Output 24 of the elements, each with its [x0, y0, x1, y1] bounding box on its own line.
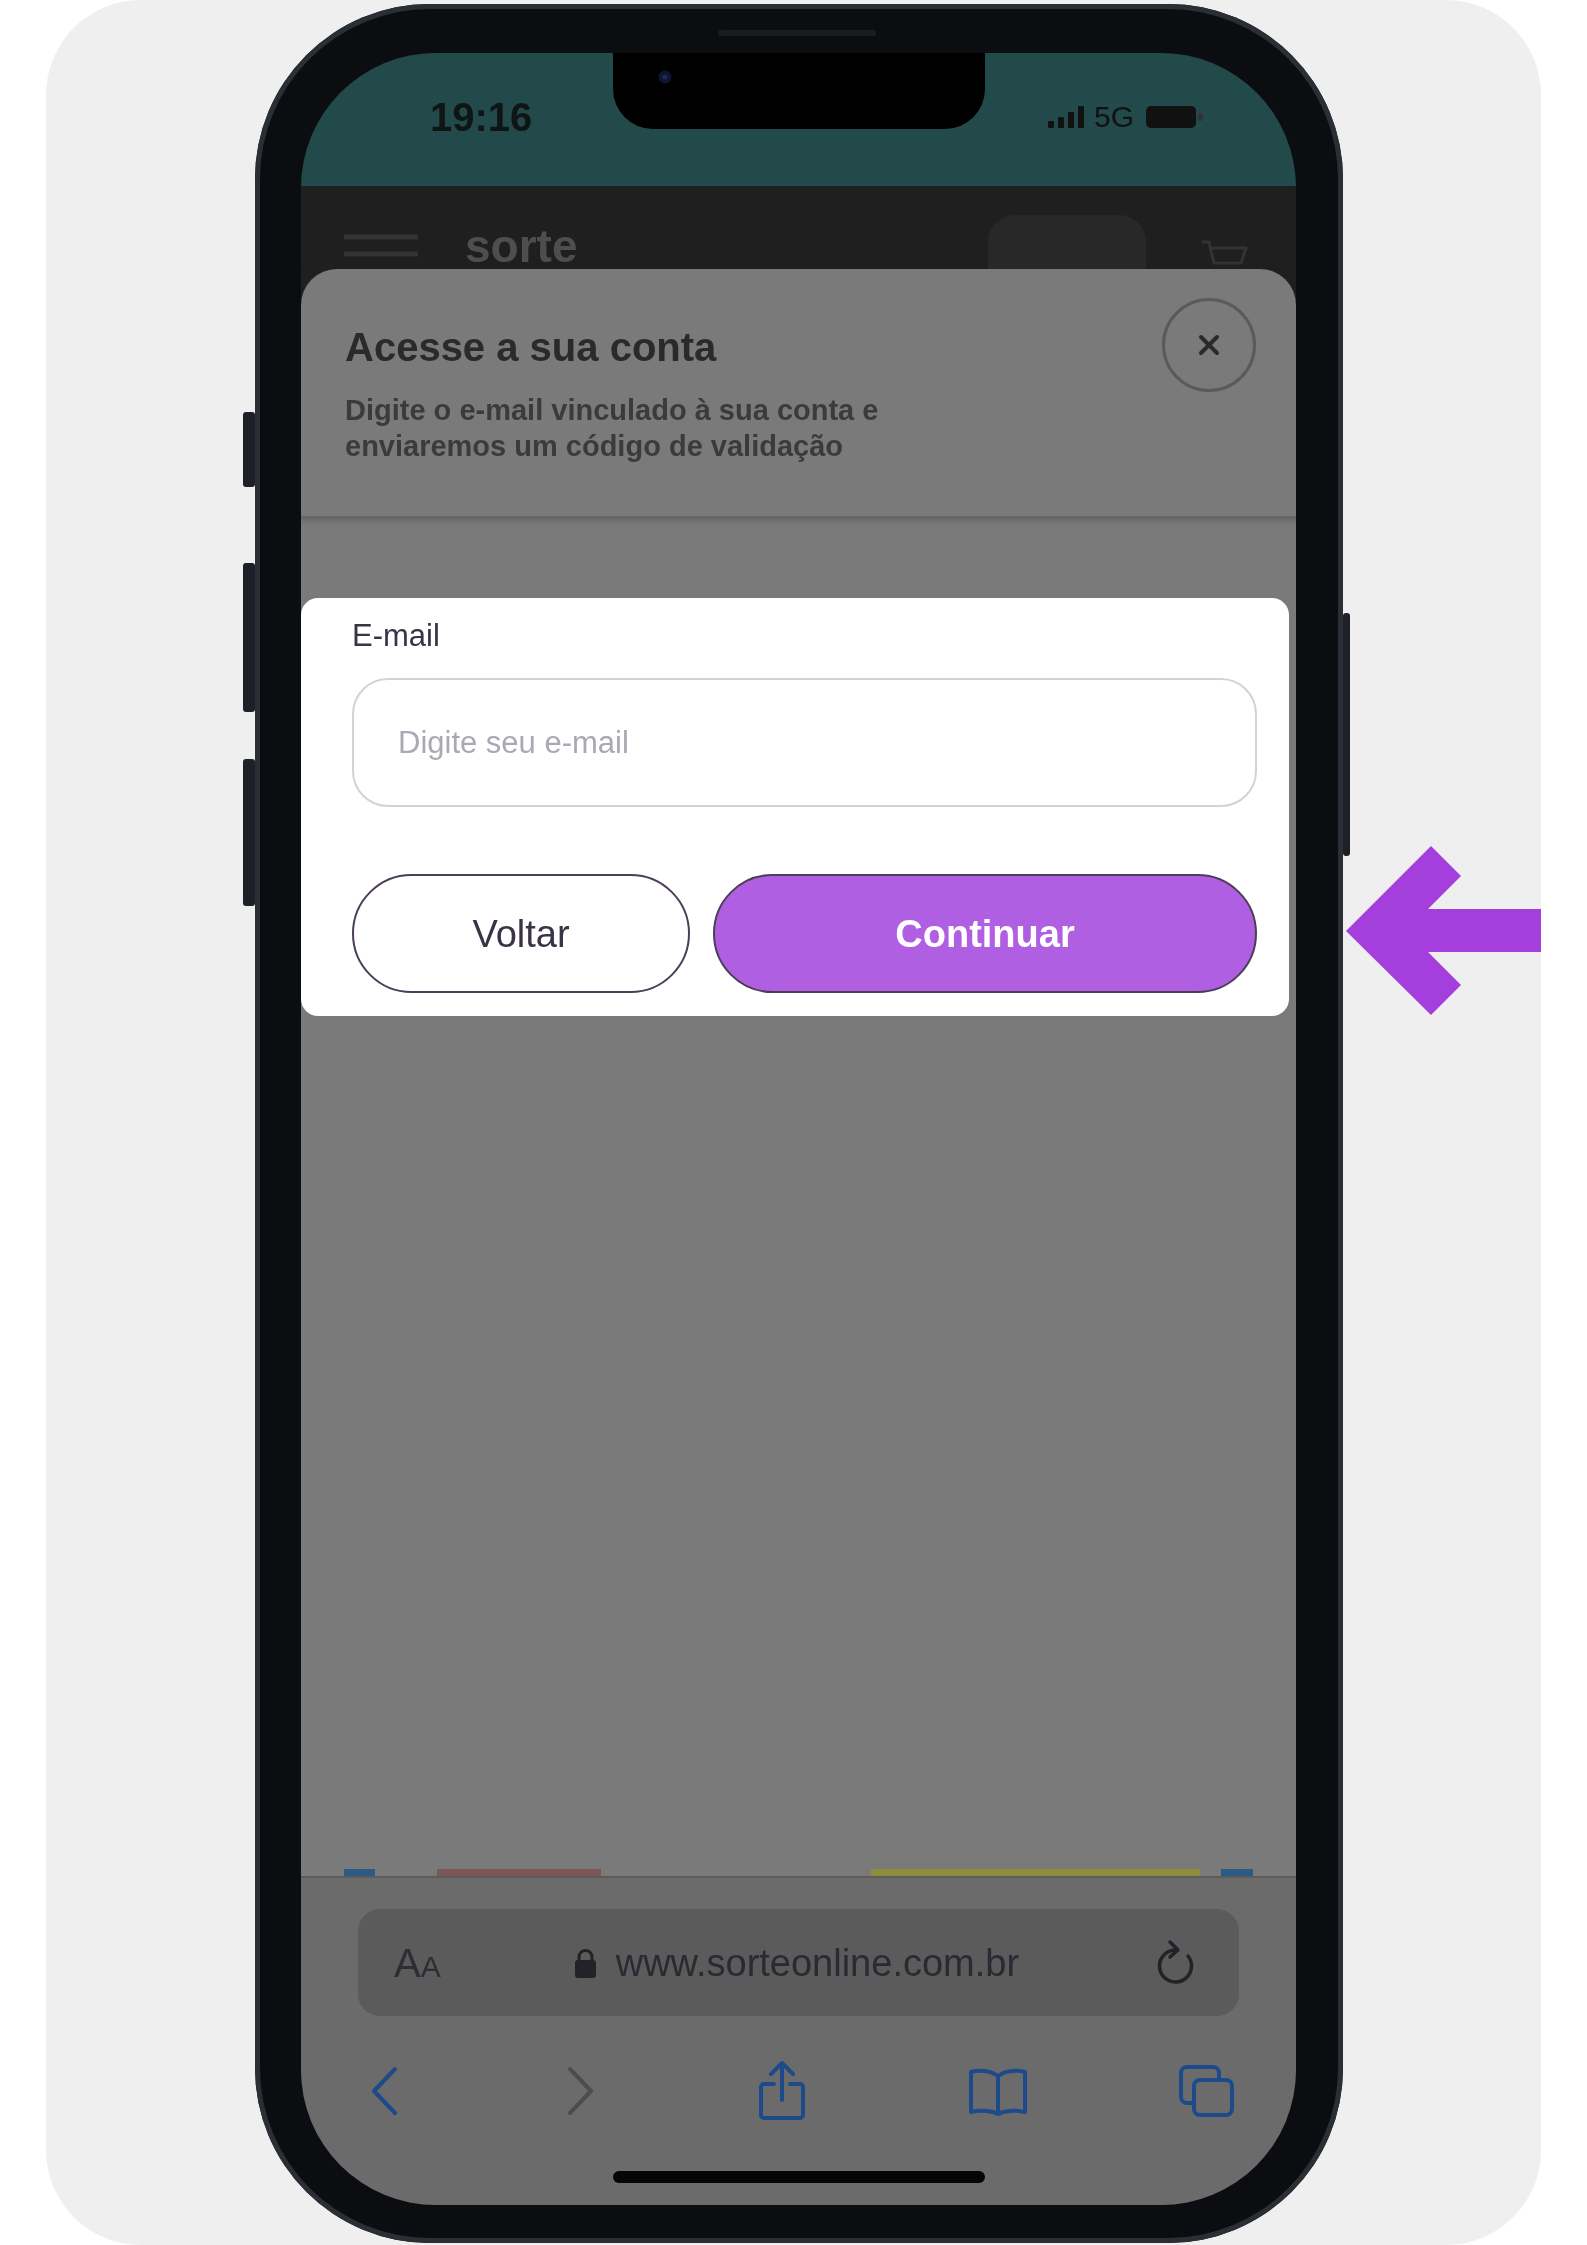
close-button[interactable] — [1162, 298, 1256, 392]
network-label: 5G — [1093, 102, 1134, 132]
back-button[interactable]: Voltar — [352, 874, 690, 993]
email-label: E-mail — [352, 617, 440, 654]
side-button[interactable] — [243, 563, 255, 712]
book-icon[interactable] — [968, 2066, 1028, 2116]
signal-icon — [1047, 106, 1084, 128]
front-camera-icon — [658, 70, 672, 84]
lock-icon — [573, 1947, 597, 1978]
continue-button[interactable]: Continuar — [713, 874, 1257, 993]
share-icon[interactable] — [757, 2060, 807, 2122]
sheet-title: Acesse a sua conta — [345, 324, 718, 371]
page-content-sliver — [1221, 1869, 1253, 1876]
side-button[interactable] — [243, 412, 255, 487]
sheet-subtitle: Digite o e-mail vinculado à sua conta e enviaremos um código de validação — [345, 393, 880, 464]
battery-icon — [1146, 106, 1203, 128]
page-content-sliver — [344, 1869, 375, 1876]
close-icon — [1198, 334, 1220, 356]
side-button[interactable] — [1343, 613, 1350, 856]
tabs-icon[interactable] — [1177, 2064, 1235, 2118]
side-button[interactable] — [243, 759, 255, 906]
back-icon[interactable] — [369, 2066, 399, 2116]
email-input[interactable]: Digite seu e-mail — [352, 678, 1257, 807]
header-button[interactable] — [988, 215, 1146, 269]
